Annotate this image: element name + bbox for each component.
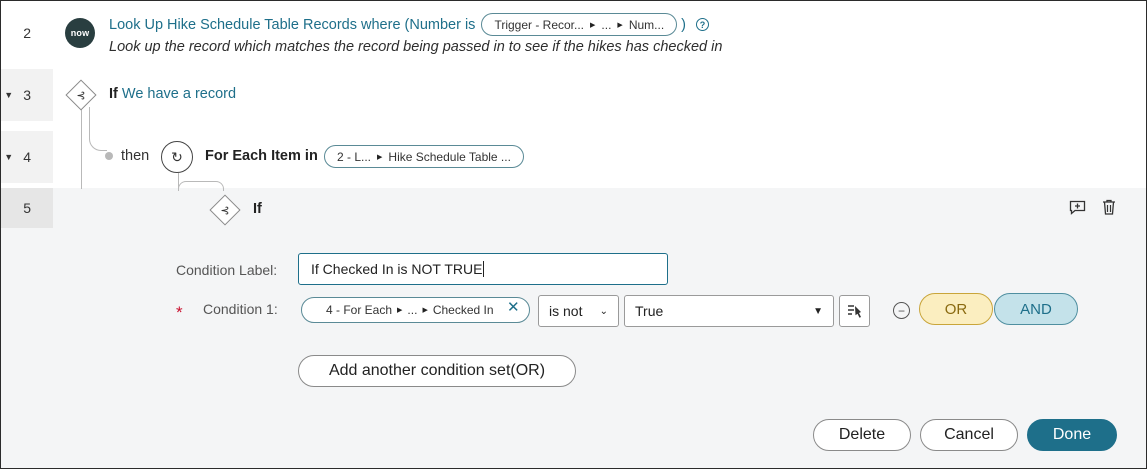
- for-each-label[interactable]: For Each Item in: [205, 148, 318, 164]
- data-pill[interactable]: 2 - L... ▶ Hike Schedule Table ...: [324, 145, 524, 168]
- select-value: is not: [549, 303, 583, 319]
- flow-designer-panel: ▼ 3 ▼ 4 2 5 now Look Up Hike Schedule Ta…: [0, 0, 1147, 469]
- pill-part: ...: [407, 303, 418, 317]
- condition-data-pill[interactable]: 4 - For Each ▶ ... ▶ Checked In: [301, 297, 530, 323]
- pill-part: Hike Schedule Table ...: [388, 149, 511, 164]
- cancel-button[interactable]: Cancel: [920, 419, 1018, 451]
- servicenow-logo-icon: now: [65, 18, 95, 48]
- nested-connector: [178, 181, 224, 191]
- comment-add-icon[interactable]: [1067, 197, 1087, 217]
- help-icon[interactable]: ?: [696, 18, 709, 31]
- if-keyword: If: [109, 86, 118, 102]
- step-2-title-row[interactable]: Look Up Hike Schedule Table Records wher…: [109, 13, 709, 36]
- chevron-right-icon: ▶: [422, 307, 428, 314]
- gutter-row-2: 2: [1, 7, 53, 59]
- done-button[interactable]: Done: [1027, 419, 1117, 451]
- gutter-row-5: 5: [1, 182, 53, 234]
- or-button[interactable]: OR: [919, 293, 993, 325]
- loop-icon: ↻: [161, 141, 193, 173]
- chevron-right-icon: ▶: [617, 21, 623, 29]
- gutter-row-4: ▼ 4: [1, 131, 53, 183]
- trash-icon[interactable]: [1099, 197, 1119, 217]
- then-label: then: [121, 148, 150, 164]
- condition-label-caption: Condition Label:: [176, 262, 278, 278]
- data-pill-picker-button[interactable]: [839, 295, 870, 327]
- gutter-row-3: ▼ 3: [1, 69, 53, 121]
- data-pill-picker-icon: [847, 305, 861, 318]
- step-3-label[interactable]: If We have a record: [109, 86, 236, 102]
- required-marker: *: [176, 303, 183, 322]
- input-value: If Checked In is NOT TRUE: [311, 261, 483, 277]
- text-cursor: [483, 261, 485, 277]
- chevron-right-icon: ▶: [377, 153, 383, 161]
- if-keyword: If: [253, 201, 262, 217]
- step-title[interactable]: Look Up Hike Schedule Table Records wher…: [109, 17, 475, 33]
- pill-part: ...: [601, 17, 612, 32]
- connector-dot: [105, 152, 113, 160]
- chevron-right-icon: ▶: [397, 307, 403, 314]
- connector-line: [81, 107, 82, 189]
- condition-link[interactable]: We have a record: [122, 86, 236, 102]
- condition-1-caption: Condition 1:: [203, 301, 278, 317]
- step-number: 4: [23, 149, 31, 165]
- pill-part: Checked In: [432, 303, 494, 317]
- add-condition-set-button[interactable]: Add another condition set(OR): [298, 355, 576, 387]
- delete-button[interactable]: Delete: [813, 419, 911, 451]
- and-button[interactable]: AND: [994, 293, 1078, 325]
- pill-part: 4 - For Each: [326, 303, 393, 317]
- step-number: 2: [23, 25, 31, 41]
- pill-part: Trigger - Recor...: [494, 17, 585, 32]
- caret-down-icon: ▼: [813, 305, 823, 317]
- close-icon[interactable]: ✕: [507, 298, 520, 316]
- step-description: Look up the record which matches the rec…: [109, 39, 723, 55]
- data-pill[interactable]: Trigger - Recor... ▶ ... ▶ Num...: [481, 13, 678, 36]
- remove-condition-icon[interactable]: −: [893, 302, 910, 319]
- step-number: 5: [23, 200, 31, 216]
- step-number: 3: [23, 87, 31, 103]
- chevron-right-icon: ▶: [590, 21, 596, 29]
- condition-label-input[interactable]: If Checked In is NOT TRUE: [298, 253, 668, 285]
- collapse-caret-icon[interactable]: ▼: [4, 152, 13, 162]
- close-paren: ): [681, 16, 686, 33]
- collapse-caret-icon[interactable]: ▼: [4, 90, 13, 100]
- branch-icon: ⊰: [76, 89, 86, 102]
- branch-icon: ⊰: [220, 204, 230, 217]
- then-connector: [89, 107, 107, 151]
- select-value: True: [635, 303, 664, 319]
- pill-part: 2 - L...: [337, 149, 372, 164]
- operator-select[interactable]: is not ⌄: [538, 295, 619, 327]
- value-select[interactable]: True ▼: [624, 295, 834, 327]
- chevron-down-icon: ⌄: [599, 305, 608, 317]
- pill-part: Num...: [628, 17, 665, 32]
